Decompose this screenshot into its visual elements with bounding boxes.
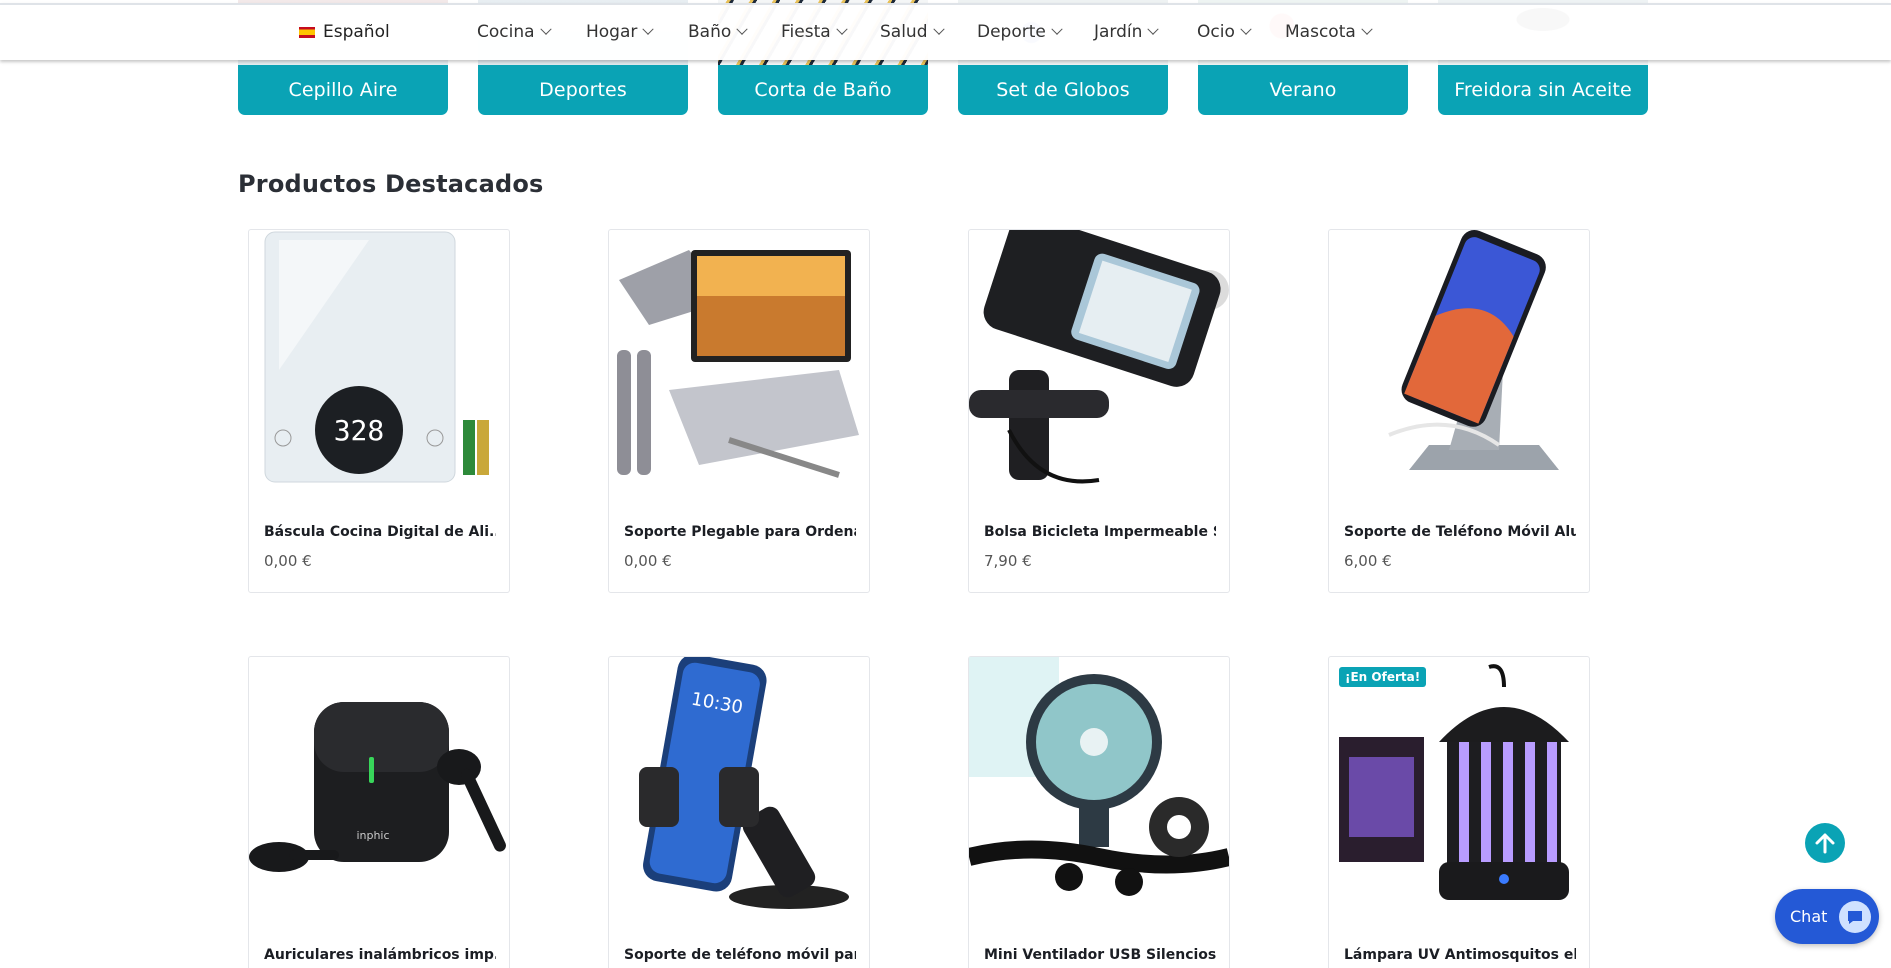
chevron-down-icon (1147, 23, 1160, 35)
nav-item-salud[interactable]: Salud (880, 22, 945, 42)
nav-item-jardin[interactable]: Jardín (1094, 22, 1160, 42)
mini-fan-image (969, 657, 1229, 917)
nav-label: Mascota (1285, 22, 1356, 42)
chevron-down-icon (1361, 23, 1373, 35)
bike-phone-bag-image (969, 230, 1229, 490)
nav-label: Jardín (1094, 22, 1143, 42)
product-price: 0,00 € (624, 552, 672, 570)
mosquito-lamp-image: ¡En Oferta! (1329, 657, 1589, 917)
nav-item-deporte[interactable]: Deporte (977, 22, 1063, 42)
chat-bubble-icon (1839, 900, 1872, 933)
nav-item-bano[interactable]: Baño (688, 22, 748, 42)
product-name[interactable]: Lámpara UV Antimosquitos el... (1344, 947, 1576, 963)
product-price: 0,00 € (264, 552, 312, 570)
product-card[interactable]: Soporte de Teléfono Móvil Alu... 6,00 € (1328, 229, 1590, 593)
product-name[interactable]: Soporte de teléfono móvil par... (624, 947, 856, 963)
category-label: Set de Globos (958, 65, 1168, 115)
chevron-down-icon (1051, 23, 1063, 35)
nav-label: Cocina (477, 22, 535, 42)
product-name[interactable]: Báscula Cocina Digital de Ali... (264, 524, 496, 540)
product-card[interactable]: Soporte Plegable para Ordena... 0,00 € (608, 229, 870, 593)
chevron-down-icon (539, 23, 552, 35)
phone-stand-image (1329, 230, 1589, 490)
nav-label: Salud (880, 22, 928, 42)
scroll-to-top-button[interactable] (1805, 823, 1845, 863)
top-navigation: Español Cocina Hogar Baño Fiesta Salud D… (0, 3, 1891, 60)
laptop-stand-image (609, 230, 869, 490)
arrow-up-icon (1815, 833, 1835, 854)
product-card[interactable]: Mini Ventilador USB Silencioso ... (968, 656, 1230, 968)
section-title: Productos Destacados (238, 170, 544, 198)
spain-flag-icon (299, 26, 315, 38)
product-card[interactable]: Bolsa Bicicleta Impermeable S... 7,90 € (968, 229, 1230, 593)
nav-label: Baño (688, 22, 732, 42)
language-label: Español (323, 22, 390, 42)
category-label: Verano (1198, 65, 1408, 115)
nav-label: Fiesta (781, 22, 831, 42)
nav-label: Ocio (1197, 22, 1235, 42)
nav-item-mascota[interactable]: Mascota (1285, 22, 1373, 42)
chat-button[interactable]: Chat (1775, 889, 1879, 944)
chat-label: Chat (1790, 907, 1828, 926)
product-name[interactable]: Mini Ventilador USB Silencioso ... (984, 947, 1216, 963)
chevron-down-icon (932, 23, 945, 35)
nav-item-fiesta[interactable]: Fiesta (781, 22, 848, 42)
car-phone-mount-image: 10:30 (609, 657, 869, 917)
category-label: Cepillo Aire (238, 65, 448, 115)
product-name[interactable]: Soporte Plegable para Ordena... (624, 524, 856, 540)
category-label: Deportes (478, 65, 688, 115)
product-card[interactable]: ¡En Oferta! Lámpara UV Antimosquitos el.… (1328, 656, 1590, 968)
product-card[interactable]: 10:30 Soporte de teléfono móvil par... (608, 656, 870, 968)
chevron-down-icon (1240, 23, 1252, 35)
chevron-down-icon (642, 23, 655, 35)
category-label: Freidora sin Aceite (1438, 65, 1648, 115)
earbuds-image: inphic (249, 657, 509, 917)
chevron-down-icon (736, 23, 748, 35)
language-selector[interactable]: Español (299, 22, 390, 42)
product-card[interactable]: 328 Báscula Cocina Digital de Ali... 0,0… (248, 229, 510, 593)
nav-label: Deporte (977, 22, 1046, 42)
product-price: 7,90 € (984, 552, 1032, 570)
nav-item-ocio[interactable]: Ocio (1197, 22, 1252, 42)
product-name[interactable]: Auriculares inalámbricos imp... (264, 947, 496, 963)
nav-item-hogar[interactable]: Hogar (586, 22, 655, 42)
kitchen-scale-image: 328 (249, 230, 509, 490)
svg-text:inphic: inphic (356, 829, 389, 842)
product-card[interactable]: inphic Auriculares inalámbricos imp... (248, 656, 510, 968)
product-name[interactable]: Bolsa Bicicleta Impermeable S... (984, 524, 1216, 540)
product-name[interactable]: Soporte de Teléfono Móvil Alu... (1344, 524, 1576, 540)
chevron-down-icon (836, 23, 848, 35)
sale-badge: ¡En Oferta! (1339, 667, 1427, 687)
svg-text:328: 328 (334, 414, 385, 447)
product-price: 6,00 € (1344, 552, 1392, 570)
category-label: Corta de Baño (718, 65, 928, 115)
nav-label: Hogar (586, 22, 638, 42)
nav-item-cocina[interactable]: Cocina (477, 22, 552, 42)
